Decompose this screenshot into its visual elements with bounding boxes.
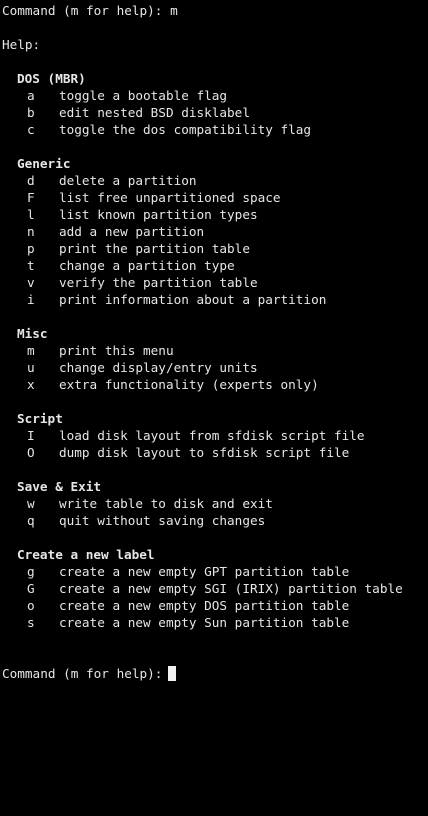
menu-item-desc: create a new empty DOS partition table — [59, 598, 350, 613]
menu-item-key: x — [27, 377, 35, 392]
menu-item: Flist free unpartitioned space — [2, 189, 281, 206]
menu-item-desc: list known partition types — [59, 207, 258, 222]
menu-item-key: p — [27, 241, 35, 256]
menu-item-key: O — [27, 445, 35, 460]
menu-item: w write table to disk and exit — [2, 495, 273, 512]
prompt-text: Command (m for help): — [2, 666, 163, 681]
menu-item: b edit nested BSD disklabel — [2, 104, 250, 121]
menu-item: i print information about a partition — [2, 291, 326, 308]
menu-item: c toggle the dos compatibility flag — [2, 121, 311, 138]
menu-item: m print this menu — [2, 342, 174, 359]
menu-item: s create a new empty Sun partition table — [2, 614, 349, 631]
menu-item-key: i — [27, 292, 35, 307]
menu-item-desc: change a partition type — [59, 258, 235, 273]
menu-item: v verify the partition table — [2, 274, 258, 291]
menu-item-desc: write table to disk and exit — [59, 496, 273, 511]
menu-item-desc: extra functionality (experts only) — [59, 377, 319, 392]
menu-item-key: s — [27, 615, 35, 630]
menu-item-desc: toggle a bootable flag — [59, 88, 228, 103]
menu-item-key: l — [27, 207, 35, 222]
menu-item: l list known partition types — [2, 206, 258, 223]
menu-item-key: c — [27, 122, 35, 137]
menu-item-desc: print this menu — [59, 343, 174, 358]
menu-item-key: t — [27, 258, 35, 273]
menu-item-desc: edit nested BSD disklabel — [59, 105, 250, 120]
menu-item-desc: print the partition table — [59, 241, 250, 256]
menu-item: x extra functionality (experts only) — [2, 376, 319, 393]
prompt-input: m — [170, 3, 178, 18]
menu-item-key: d — [27, 173, 35, 188]
menu-item: d delete a partition — [2, 172, 197, 189]
menu-item-key: b — [27, 105, 35, 120]
menu-item: p print the partition table — [2, 240, 250, 257]
menu-item-desc: list free unpartitioned space — [59, 190, 281, 205]
menu-item-key: m — [27, 343, 35, 358]
menu-item-desc: dump disk layout to sfdisk script file — [59, 445, 350, 460]
prompt-text: Command (m for help): — [2, 3, 163, 18]
menu-item-desc: toggle the dos compatibility flag — [59, 122, 312, 137]
menu-item-desc: change display/entry units — [59, 360, 258, 375]
section-title-save-exit: Save & Exit — [17, 479, 102, 494]
terminal-window[interactable]: Command (m for help): m Help: DOS (MBR) … — [0, 0, 428, 687]
menu-item: o create a new empty DOS partition table — [2, 597, 349, 614]
menu-item: g create a new empty GPT partition table — [2, 563, 349, 580]
menu-item-key: o — [27, 598, 35, 613]
menu-item: Iload disk layout from sfdisk script fil… — [2, 427, 365, 444]
menu-item-desc: print information about a partition — [59, 292, 327, 307]
menu-item-desc: load disk layout from sfdisk script file — [59, 428, 365, 443]
menu-item-key: a — [27, 88, 35, 103]
menu-item: Odump disk layout to sfdisk script file — [2, 444, 349, 461]
text-cursor — [168, 666, 177, 681]
menu-item: a toggle a bootable flag — [2, 87, 227, 104]
command-prompt-line: Command (m for help): m — [2, 2, 178, 19]
section-title-dos-mbr: DOS (MBR) — [17, 71, 86, 86]
help-heading: Help: — [2, 37, 41, 52]
command-prompt-line-active[interactable]: Command (m for help): — [2, 665, 177, 682]
menu-item-desc: delete a partition — [59, 173, 197, 188]
menu-item-key: F — [27, 190, 35, 205]
menu-item: n add a new partition — [2, 223, 204, 240]
menu-item-key: q — [27, 513, 35, 528]
menu-item-desc: create a new empty GPT partition table — [59, 564, 350, 579]
section-title-script: Script — [17, 411, 63, 426]
menu-item: u change display/entry units — [2, 359, 258, 376]
menu-item: Gcreate a new empty SGI (IRIX) partition… — [2, 580, 403, 597]
menu-item-key: u — [27, 360, 35, 375]
menu-item-key: g — [27, 564, 35, 579]
menu-item-desc: add a new partition — [59, 224, 205, 239]
menu-item-desc: quit without saving changes — [59, 513, 266, 528]
menu-item-key: I — [27, 428, 35, 443]
menu-item: q quit without saving changes — [2, 512, 265, 529]
menu-item: t change a partition type — [2, 257, 235, 274]
menu-item-key: n — [27, 224, 35, 239]
menu-item-key: G — [27, 581, 35, 596]
menu-item-desc: verify the partition table — [59, 275, 258, 290]
menu-item-key: w — [27, 496, 35, 511]
menu-item-desc: create a new empty SGI (IRIX) partition … — [59, 581, 403, 596]
section-title-generic: Generic — [17, 156, 71, 171]
menu-item-desc: create a new empty Sun partition table — [59, 615, 350, 630]
section-title-misc: Misc — [17, 326, 48, 341]
menu-item-key: v — [27, 275, 35, 290]
section-title-create-label: Create a new label — [17, 547, 155, 562]
